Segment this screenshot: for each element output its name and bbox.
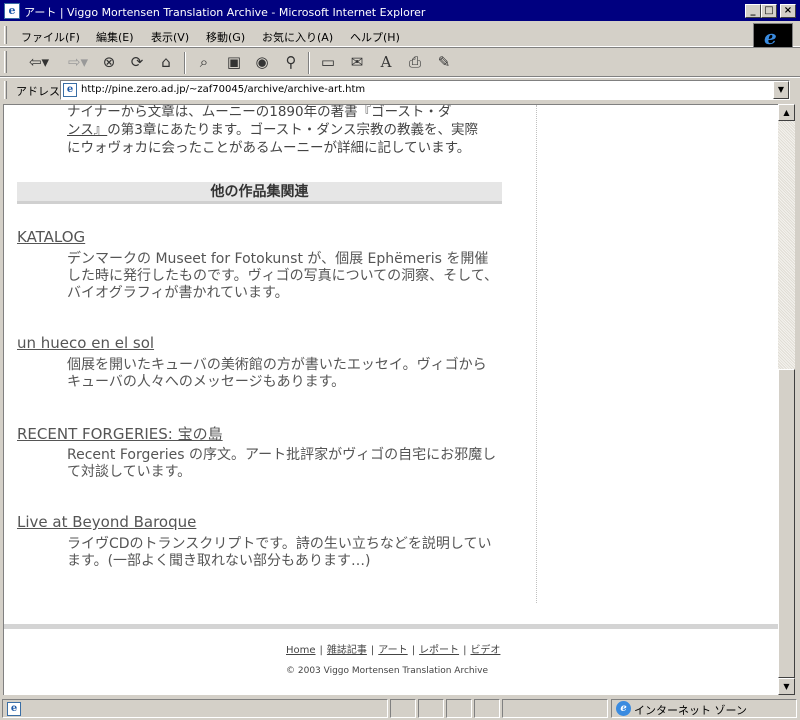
menu-help[interactable]: ヘルプ(H): [350, 29, 400, 45]
address-url[interactable]: http://pine.zero.ad.jp/~zaf70045/archive…: [81, 84, 365, 95]
favorites-icon[interactable]: ▣: [222, 52, 246, 74]
section-header: 他の作品集関連: [17, 182, 502, 204]
security-zone-pane: e インターネット ゾーン: [611, 699, 797, 718]
menu-go[interactable]: 移動(G): [206, 29, 245, 45]
title-bar: e アート | Viggo Mortensen Translation Arch…: [0, 0, 800, 22]
edit-icon[interactable]: ✎: [432, 52, 456, 74]
toolbar-separator: [308, 52, 310, 74]
intro-line-1: ナイナーから文章は、ムーニーの1890年の著書『ゴースト・ダ: [67, 104, 452, 120]
copyright: © 2003 Viggo Mortensen Translation Archi…: [286, 666, 488, 676]
column-divider: [536, 105, 537, 603]
internet-zone-icon: e: [616, 701, 631, 716]
refresh-icon[interactable]: ⟳: [126, 52, 148, 74]
ie-page-icon: e: [4, 3, 20, 19]
close-button[interactable]: ×: [780, 4, 796, 18]
toolbar-grip[interactable]: [4, 51, 7, 73]
page-viewport: ナイナーから文章は、ムーニーの1890年の著書『ゴースト・ダ ンス』の第3章にあ…: [3, 104, 778, 695]
search-icon[interactable]: ⌕: [192, 52, 216, 74]
menubar-grip[interactable]: [4, 26, 7, 44]
footer-link-home[interactable]: Home: [286, 645, 316, 656]
addressbar-grip[interactable]: [4, 81, 7, 99]
page-icon: e: [63, 83, 77, 97]
footer-nav: Home | 雑誌記事 | アート | レポート | ビデオ: [286, 641, 500, 656]
status-pane: [474, 699, 500, 718]
recent-forgeries-link[interactable]: RECENT FORGERIES: 宝の島: [17, 423, 223, 444]
footer-rule: [4, 624, 778, 629]
menu-favorites[interactable]: お気に入り(A): [262, 29, 333, 45]
ie-logo-icon: e: [753, 23, 793, 49]
status-bar: e e インターネット ゾーン: [0, 697, 800, 720]
maximize-button[interactable]: □: [761, 4, 777, 18]
print-icon[interactable]: ⎙: [403, 52, 427, 74]
menu-view[interactable]: 表示(V): [151, 29, 189, 45]
zone-label: インターネット ゾーン: [634, 704, 747, 717]
ghost-dance-link[interactable]: ンス』: [67, 122, 107, 138]
footer-link-magazine[interactable]: 雑誌記事: [327, 645, 367, 656]
address-input[interactable]: e http://pine.zero.ad.jp/~zaf70045/archi…: [60, 80, 790, 100]
status-pane: [418, 699, 444, 718]
footer-link-video[interactable]: ビデオ: [470, 645, 500, 656]
address-label: アドレス: [16, 85, 60, 98]
status-pane: [446, 699, 472, 718]
menu-file[interactable]: ファイル(F): [21, 29, 80, 45]
fullscreen-icon[interactable]: ▭: [316, 52, 340, 74]
forward-icon[interactable]: ⇨▾: [62, 52, 94, 74]
intro-text: ナイナーから文章は、ムーニーの1890年の著書『ゴースト・ダ ンス』の第3章にあ…: [67, 104, 507, 157]
toolbar: ⇦▾ ⇨▾ ⊗ ⟳ ⌂ ⌕ ▣ ◉ ⚲ ▭ ✉ A ⎙ ✎: [0, 48, 800, 77]
scroll-down-button[interactable]: ▼: [778, 678, 795, 695]
stop-icon[interactable]: ⊗: [98, 52, 120, 74]
status-text-pane: e: [2, 699, 388, 718]
channels-icon[interactable]: ⚲: [279, 52, 303, 74]
home-icon[interactable]: ⌂: [154, 52, 178, 74]
menu-bar: ファイル(F) 編集(E) 表示(V) 移動(G) お気に入り(A) ヘルプ(H…: [0, 23, 800, 47]
footer-separator: |: [370, 645, 375, 656]
footer-link-report[interactable]: レポート: [419, 645, 459, 656]
katalog-description: デンマークの Museet for Fotokunst が、個展 Ephëmer…: [67, 251, 499, 301]
scroll-up-button[interactable]: ▲: [778, 104, 795, 121]
menu-edit[interactable]: 編集(E): [96, 29, 134, 45]
history-icon[interactable]: ◉: [250, 52, 274, 74]
katalog-link[interactable]: KATALOG: [17, 228, 85, 246]
font-icon[interactable]: A: [374, 52, 398, 74]
back-icon[interactable]: ⇦▾: [22, 52, 56, 74]
footer-link-art[interactable]: アート: [378, 645, 407, 656]
un-hueco-description: 個展を開いたキューバの美術館の方が書いたエッセイ。ヴィゴからキューバの人々へのメ…: [67, 357, 487, 390]
footer-separator: |: [463, 645, 467, 656]
footer-separator: |: [319, 645, 323, 656]
minimize-button[interactable]: _: [745, 4, 761, 18]
status-pane: [502, 699, 608, 718]
mail-icon[interactable]: ✉: [345, 52, 369, 74]
scroll-thumb[interactable]: [778, 369, 795, 678]
vertical-scrollbar[interactable]: ▲ ▼: [778, 104, 795, 695]
status-pane: [390, 699, 416, 718]
toolbar-separator: [184, 52, 186, 74]
recent-forgeries-description: Recent Forgeries の序文。アート批評家がヴィゴの自宅にお邪魔して…: [67, 447, 497, 480]
un-hueco-link[interactable]: un hueco en el sol: [17, 334, 154, 352]
address-dropdown-button[interactable]: ▼: [773, 81, 789, 99]
live-at-beyond-baroque-description: ライヴCDのトランスクリプトです。詩の生い立ちなどを説明しています。(一部よく聞…: [67, 536, 492, 569]
window-title: アート | Viggo Mortensen Translation Archiv…: [24, 6, 426, 19]
footer-separator: |: [411, 645, 416, 656]
address-bar: アドレス e http://pine.zero.ad.jp/~zaf70045/…: [0, 78, 800, 102]
intro-line-2: ンス』の第3章にあたります。ゴースト・ダンス宗教の教義を、実際: [67, 122, 479, 138]
live-at-beyond-baroque-link[interactable]: Live at Beyond Baroque: [17, 513, 196, 531]
page-status-icon: e: [7, 702, 21, 716]
intro-line-3: にウォヴォカに会ったことがあるムーニーが詳細に記しています。: [67, 140, 471, 156]
